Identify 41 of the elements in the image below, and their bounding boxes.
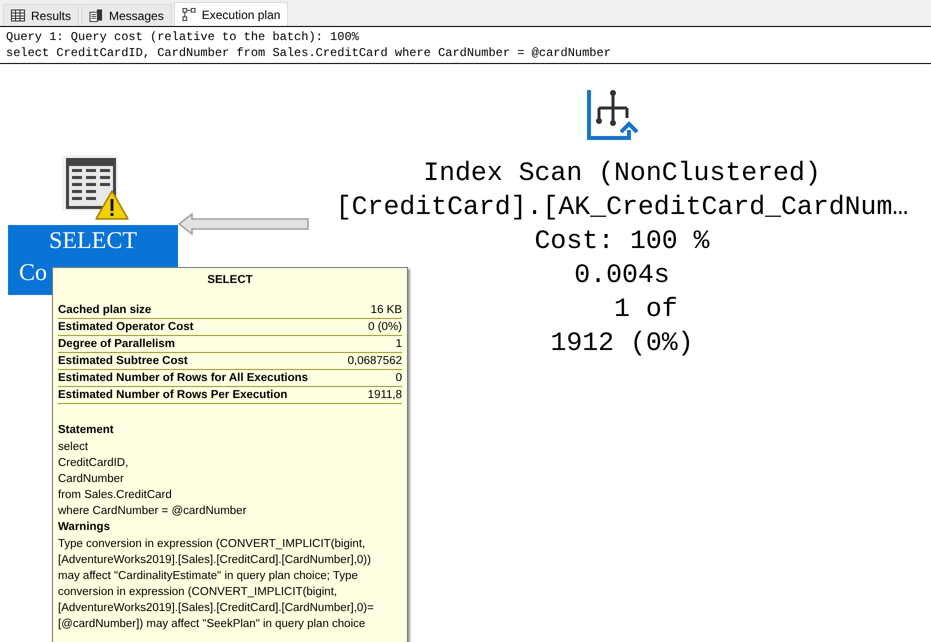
property-value: 1 [396,337,402,352]
query-text: select CreditCardID, CardNumber from Sales.CreditCard where CardNumber = @cardNumber [6,45,612,61]
section-text: Type conversion in expression (CONVERT_IMPLICIT(bigint, [58,537,366,552]
operator-text: 1912 (0%) [550,327,694,360]
section-text: select [58,440,90,455]
property-value: 16 KB [370,303,402,318]
property-name: Estimated Number of Rows Per Execution [58,388,288,403]
property-value: 1911,8 [368,388,402,403]
property-value: 0 (0%) [368,320,402,335]
operator-text: Cost: 100 % [534,225,710,258]
section-text: [@cardNumber]) may affect "SeekPlan" in query plan choice [58,617,366,632]
operator-text: 1 of [613,293,678,326]
operator-text: Index Scan (NonClustered) [423,157,821,190]
query-text: Query 1: Query cost (relative to the batch): 100% [6,29,360,45]
property-value: 0 [396,371,402,386]
property-value: 0,0687562 [348,354,402,369]
arrow-icon [178,212,310,236]
section-heading: Statement [58,423,115,438]
tab[interactable]: Messages [81,4,172,26]
section-text: where CardNumber = @cardNumber [58,504,248,519]
property-name: Estimated Operator Cost [58,320,194,335]
document-icon [89,9,104,22]
section-heading: Warnings [58,520,111,535]
property-name: Cached plan size [58,303,152,318]
section-text: from Sales.CreditCard [58,488,173,503]
property-name: Estimated Number of Rows for All Executions [58,371,308,386]
section-text: CreditCardID, [58,456,130,471]
section-text: conversion in expression (CONVERT_IMPLICIT(bigint, [58,585,338,600]
tab[interactable]: Results [3,4,80,26]
section-text: [AdventureWorks2019].[Sales].[CreditCard].[CardNumber],0)= [58,601,375,616]
grid-icon [11,9,25,22]
tab[interactable]: Execution plan [174,2,288,26]
operator-text: 0.004s [574,259,670,292]
section-text: [AdventureWorks2019].[Sales].[CreditCard].[CardNumber],0)) [58,553,372,568]
plan-icon [182,8,196,21]
operator-text: [CreditCard].[AK_CreditCard_CardNum… [336,191,908,224]
section-text: may affect "CardinalityEstimate" in query plan choice; Type [58,569,359,584]
section-text: CardNumber [58,472,125,487]
property-name: Estimated Subtree Cost [58,354,188,369]
property-name: Degree of Parallelism [58,337,175,352]
tooltip-title: SELECT [206,273,254,288]
